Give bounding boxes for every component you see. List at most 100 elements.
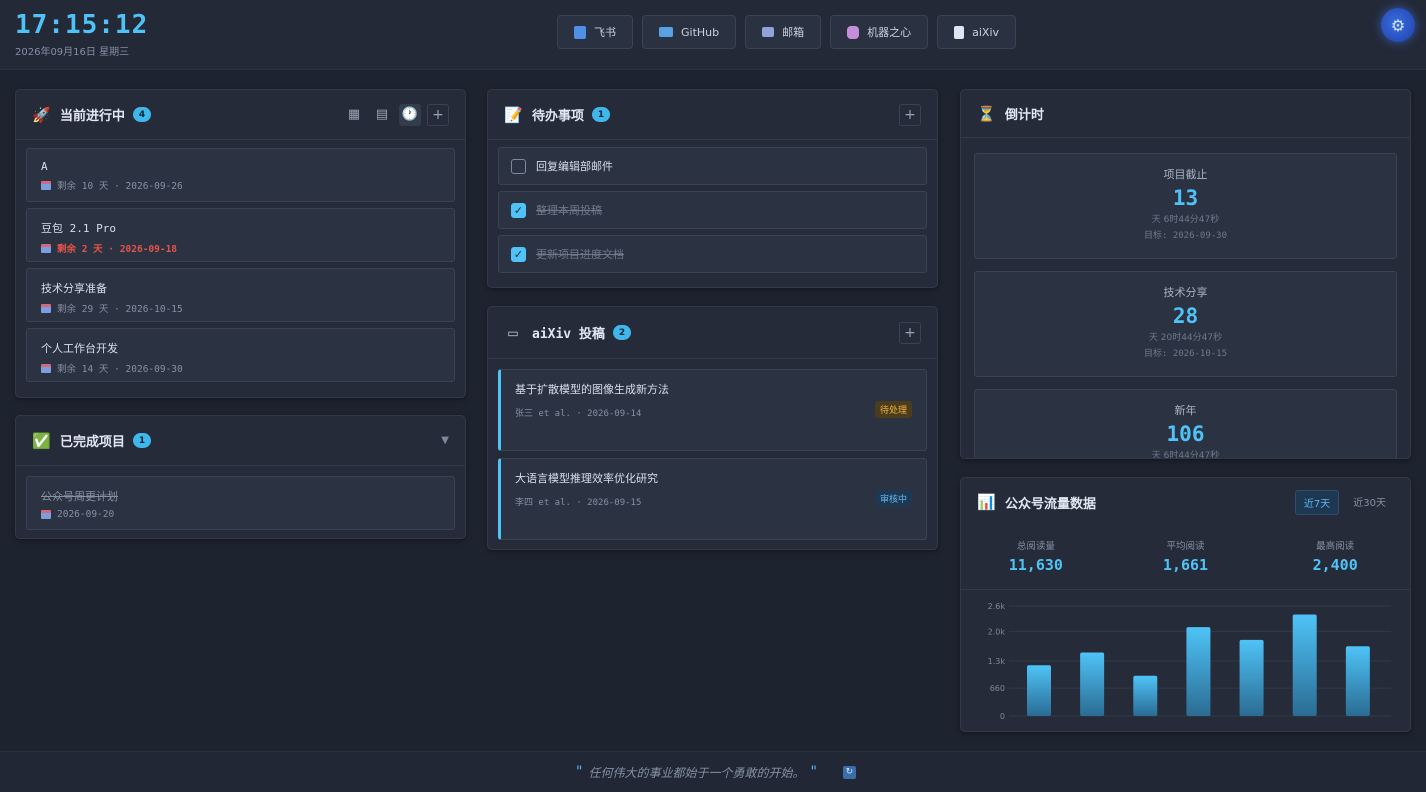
tab-7-days[interactable]: 近7天: [1294, 489, 1340, 515]
hourglass-icon: ⏳: [977, 104, 996, 123]
settings-button[interactable]: ⚙: [1381, 8, 1415, 42]
project-meta: 剩余 29 天 · 2026-10-15: [41, 301, 440, 315]
link-feishu[interactable]: 飞书: [557, 15, 633, 49]
clock: 17:15:12: [15, 10, 149, 40]
countdown-name: 新年: [1174, 404, 1197, 417]
calendar-icon: [41, 243, 51, 253]
project-name: A: [41, 160, 48, 173]
quick-links: 飞书 GitHub 邮箱 机器之心 aiXiv: [557, 15, 1017, 49]
traffic-stats: 总阅读量 11,630 平均阅读 1,661 最高阅读 2,400: [961, 526, 1410, 590]
gear-icon: ⚙: [1390, 15, 1406, 35]
add-project-button[interactable]: +: [427, 103, 449, 126]
link-github[interactable]: GitHub: [642, 15, 737, 49]
countdown-card[interactable]: 新年 106 天 6时44分47秒: [974, 389, 1397, 459]
project-deadline: 剩余 29 天 · 2026-10-15: [57, 304, 183, 315]
todo-item[interactable]: 回复编辑部邮件: [498, 147, 927, 185]
panel-title: 当前进行中: [60, 109, 126, 124]
link-mail[interactable]: 邮箱: [745, 15, 822, 49]
todo-item[interactable]: ✓ 更新项目进度文档: [498, 235, 927, 273]
completed-card[interactable]: 公众号周更计划 2026-09-20: [26, 476, 455, 530]
ongoing-panel: 🚀 当前进行中 4 ▦ ▤ 🕐 + A 剩余 10 天 · 2026-09-26…: [15, 89, 466, 398]
countdown-days: 13: [1172, 186, 1199, 210]
project-deadline: 剩余 10 天 · 2026-09-26: [57, 181, 183, 192]
todo-checkbox[interactable]: ✓: [511, 246, 526, 262]
chart-bar[interactable]: [1239, 639, 1264, 716]
stat-total: 总阅读量 11,630: [961, 526, 1111, 589]
paper-meta: 李四 et al. · 2026-09-15: [515, 498, 642, 508]
refresh-icon[interactable]: ↻: [842, 765, 856, 779]
count-badge: 4: [133, 107, 152, 122]
countdown-detail: 天 6时44分47秒: [1151, 451, 1220, 459]
todo-checkbox[interactable]: ✓: [511, 202, 526, 218]
y-tick-label: 1.3k: [988, 657, 1006, 666]
chart-bar[interactable]: [1345, 646, 1370, 716]
todo-text: 回复编辑部邮件: [536, 160, 613, 173]
todo-checkbox[interactable]: [511, 158, 526, 174]
quote-text: 任何伟大的事业都始于一个勇敢的开始。: [588, 765, 805, 780]
clock-view-icon[interactable]: 🕐: [399, 103, 421, 126]
calendar-icon: [41, 180, 51, 190]
countdown-detail: 天 20时44分47秒: [1148, 333, 1223, 343]
countdown-card[interactable]: 项目截止 13 天 6时44分47秒 目标: 2026-09-30: [974, 153, 1397, 259]
countdown-days: 28: [1172, 304, 1199, 328]
project-card[interactable]: A 剩余 10 天 · 2026-09-26: [26, 148, 455, 202]
y-tick-label: 0: [1000, 712, 1005, 721]
countdown-card[interactable]: 技术分享 28 天 20时44分47秒 目标: 2026-10-15: [974, 271, 1397, 377]
project-date: 2026-09-20: [57, 509, 115, 520]
robot-icon: [847, 25, 860, 39]
project-card[interactable]: 技术分享准备 剩余 29 天 · 2026-10-15: [26, 268, 455, 322]
bar-chart-icon: 📊: [977, 493, 996, 511]
chart-bar[interactable]: [1027, 665, 1051, 716]
stat-label: 平均阅读: [1166, 541, 1205, 552]
panel-title: aiXiv 投稿: [532, 327, 605, 342]
project-name: 技术分享准备: [41, 282, 107, 295]
traffic-header: 📊 公众号流量数据 近7天 近30天: [961, 478, 1410, 526]
add-paper-button[interactable]: +: [899, 321, 921, 344]
chart-bar[interactable]: [1080, 652, 1105, 716]
link-aixiv[interactable]: aiXiv: [937, 15, 1017, 49]
stat-value: 2,400: [1312, 556, 1358, 574]
countdown-panel: ⏳ 倒计时 项目截止 13 天 6时44分47秒 目标: 2026-09-30 …: [960, 89, 1411, 459]
paper-title: 基于扩散模型的图像生成新方法: [515, 383, 669, 396]
todo-header: 📝 待办事项 1 +: [488, 90, 937, 140]
grid-view-icon[interactable]: ▦: [343, 104, 365, 126]
chart-bar[interactable]: [1186, 627, 1211, 716]
ongoing-header: 🚀 当前进行中 4 ▦ ▤ 🕐 +: [16, 90, 465, 140]
completed-header[interactable]: ✅ 已完成项目 1 ▼: [16, 416, 465, 466]
link-label: 机器之心: [867, 26, 912, 39]
quote-close: ": [810, 764, 817, 780]
stat-label: 最高阅读: [1316, 541, 1355, 552]
project-name: 豆包 2.1 Pro: [41, 222, 116, 235]
chart-bar[interactable]: [1292, 614, 1317, 716]
chevron-down-icon[interactable]: ▼: [441, 435, 449, 446]
link-jiqizhixin[interactable]: 机器之心: [830, 15, 929, 49]
header: 17:15:12 2026年09月16日 星期三 飞书 GitHub 邮箱 机器…: [0, 0, 1426, 70]
project-card[interactable]: 个人工作台开发 剩余 14 天 · 2026-09-30: [26, 328, 455, 382]
panel-title: 待办事项: [532, 109, 585, 124]
paper-card[interactable]: 大语言模型推理效率优化研究 李四 et al. · 2026-09-15 审核中: [498, 458, 927, 540]
todo-text: 整理本周投稿: [536, 204, 602, 217]
check-icon: ✅: [32, 431, 51, 450]
todo-panel: 📝 待办事项 1 + 回复编辑部邮件 ✓ 整理本周投稿 ✓ 更新项目进度文档: [487, 89, 938, 288]
link-label: GitHub: [681, 25, 720, 39]
todo-item[interactable]: ✓ 整理本周投稿: [498, 191, 927, 229]
paper-card[interactable]: 基于扩散模型的图像生成新方法 张三 et al. · 2026-09-14 待处…: [498, 369, 927, 451]
todo-text: 更新项目进度文档: [536, 248, 624, 261]
chart-bar[interactable]: [1133, 675, 1158, 716]
footer: " 任何伟大的事业都始于一个勇敢的开始。 " ↻: [0, 751, 1426, 792]
stat-value: 1,661: [1162, 556, 1209, 574]
add-todo-button[interactable]: +: [899, 103, 921, 126]
tab-30-days[interactable]: 近30天: [1345, 490, 1394, 515]
countdown-days: 106: [1166, 422, 1205, 446]
date: 2026年09月16日 星期三: [15, 47, 130, 58]
aixiv-panel: ▭ aiXiv 投稿 2 + 基于扩散模型的图像生成新方法 张三 et al. …: [487, 306, 938, 550]
project-name: 公众号周更计划: [41, 490, 118, 503]
scroll-icon: ▭: [507, 325, 519, 340]
panel-title: 公众号流量数据: [1005, 496, 1097, 512]
stat-value: 11,630: [1008, 556, 1063, 574]
count-badge: 2: [612, 325, 631, 340]
project-card[interactable]: 豆包 2.1 Pro 剩余 2 天 · 2026-09-18: [26, 208, 455, 262]
rocket-icon: 🚀: [32, 105, 51, 124]
list-view-icon[interactable]: ▤: [371, 104, 393, 126]
link-label: 邮箱: [782, 26, 805, 39]
